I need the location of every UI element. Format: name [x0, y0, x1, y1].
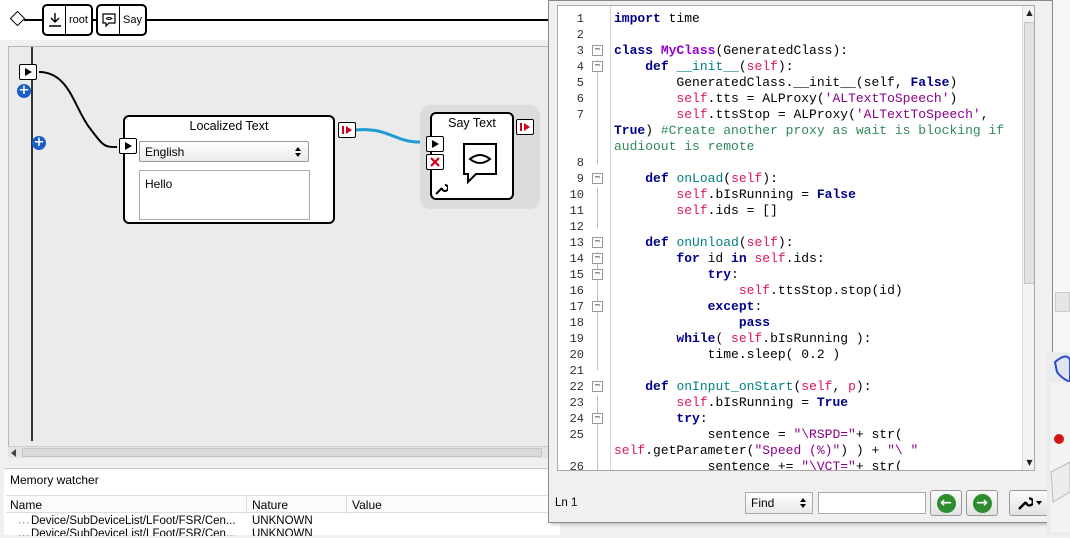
- localized-text-box[interactable]: Localized Text English Hello: [123, 115, 335, 224]
- line-number: 22: [569, 380, 584, 394]
- cursor-position: Ln 1: [555, 497, 578, 509]
- line-number: 9: [576, 172, 584, 186]
- scrollbar-thumb[interactable]: [22, 448, 542, 457]
- line-number: 24: [569, 412, 584, 426]
- wrench-icon[interactable]: [434, 182, 449, 199]
- updown-arrow-icon: [800, 498, 806, 508]
- line-number: 19: [569, 332, 584, 346]
- line-number: 7: [576, 108, 584, 122]
- say-input-port[interactable]: [426, 136, 444, 152]
- editor-tools-button[interactable]: [1009, 490, 1049, 516]
- fold-toggle-icon[interactable]: −: [592, 381, 603, 392]
- line-number: 18: [569, 316, 584, 330]
- script-editor-window[interactable]: 1 2 3 4 5 6 7 8 9 10 11 12 13 14 15 16 1…: [548, 0, 1053, 523]
- find-next-button[interactable]: →: [966, 490, 998, 516]
- column-header-nature[interactable]: Nature: [252, 498, 288, 512]
- say-output-port[interactable]: [516, 119, 534, 135]
- fold-toggle-icon[interactable]: −: [592, 301, 603, 312]
- wrench-icon: [1017, 497, 1033, 510]
- line-number: 20: [569, 348, 584, 362]
- line-number: 11: [569, 204, 584, 218]
- table-header: Name Nature Value: [6, 495, 560, 514]
- line-number: 2: [576, 28, 584, 42]
- line-number: 8: [576, 156, 584, 170]
- localized-input-port[interactable]: [119, 138, 137, 154]
- breadcrumb-item-root[interactable]: root: [42, 4, 93, 36]
- fold-toggle-icon[interactable]: −: [592, 413, 603, 424]
- canvas-horizontal-scrollbar[interactable]: [8, 446, 553, 458]
- column-header-value[interactable]: Value: [352, 498, 382, 512]
- panel-title: Memory watcher: [10, 473, 99, 487]
- column-header-name[interactable]: Name: [10, 498, 42, 512]
- find-mode-value: Find: [751, 496, 775, 510]
- code-editor[interactable]: 1 2 3 4 5 6 7 8 9 10 11 12 13 14 15 16 1…: [557, 5, 1035, 471]
- scroll-down-arrow-icon[interactable]: ▼: [1024, 458, 1034, 470]
- box-title: Say Text: [448, 116, 496, 130]
- fold-toggle-icon[interactable]: −: [592, 173, 603, 184]
- panel-button[interactable]: [1055, 292, 1070, 312]
- breadcrumb-label: root: [69, 14, 88, 26]
- find-previous-button[interactable]: ←: [930, 490, 962, 516]
- editor-vertical-scrollbar[interactable]: ▲ ▼: [1022, 6, 1034, 470]
- line-number: 21: [569, 364, 584, 378]
- arrow-right-icon: →: [972, 493, 992, 513]
- line-number: 23: [569, 396, 584, 410]
- root-diamond-icon[interactable]: [9, 10, 26, 27]
- speech-bubble-icon: [462, 142, 498, 186]
- add-input-button[interactable]: +: [32, 136, 46, 150]
- table-row[interactable]: ⋯ Device/SubDeviceList/LFoot/FSR/Cen... …: [6, 515, 560, 529]
- scroll-up-arrow-icon[interactable]: ▲: [1024, 8, 1034, 20]
- localized-output-port[interactable]: [338, 122, 356, 138]
- updown-arrow-icon: [295, 147, 301, 157]
- scrollbar-thumb[interactable]: [1024, 22, 1034, 284]
- breadcrumb: root Say: [0, 0, 560, 40]
- box-title: Localized Text: [189, 119, 269, 133]
- line-number: 12: [569, 220, 584, 234]
- scroll-left-arrow-icon[interactable]: [10, 449, 18, 457]
- onstart-input-port[interactable]: [19, 64, 37, 80]
- cell-name: Device/SubDeviceList/LFoot/FSR/Cen...: [31, 515, 236, 527]
- fold-toggle-icon[interactable]: −: [592, 61, 603, 72]
- fold-toggle-icon[interactable]: −: [592, 237, 603, 248]
- speech-bubble-icon: [98, 6, 120, 34]
- line-number: 6: [576, 92, 584, 106]
- language-select[interactable]: English: [139, 141, 309, 162]
- line-number: 1: [576, 12, 584, 26]
- line-number: 26: [569, 460, 584, 471]
- line-number: 17: [569, 300, 584, 314]
- line-number: 15: [569, 268, 584, 282]
- add-input-button[interactable]: +: [17, 84, 31, 98]
- download-icon: [44, 6, 66, 34]
- line-number: 25: [569, 428, 584, 442]
- breadcrumb-label: Say: [123, 14, 142, 26]
- find-input[interactable]: [818, 492, 926, 514]
- line-number: 3: [576, 44, 584, 58]
- fold-toggle-icon[interactable]: −: [592, 269, 603, 280]
- text-field[interactable]: Hello: [139, 170, 310, 220]
- breadcrumb-item-say[interactable]: Say: [96, 4, 147, 36]
- say-stop-port[interactable]: [426, 154, 444, 170]
- line-number: 10: [569, 188, 584, 202]
- line-number: 13: [569, 236, 584, 250]
- line-number: 5: [576, 76, 584, 90]
- robot-3d-view[interactable]: [1047, 352, 1070, 535]
- flow-diagram-canvas[interactable]: + + Localized Text English Hello Say Tex…: [8, 46, 553, 458]
- language-value: English: [145, 145, 185, 159]
- memory-watcher-panel: Memory watcher Name Nature Value ⋯ Devic…: [4, 468, 560, 536]
- cell-nature: UNKNOWN: [252, 515, 313, 527]
- robot-figure-icon: [1050, 355, 1070, 532]
- line-number: 16: [569, 284, 584, 298]
- chevron-down-icon: [1035, 501, 1042, 505]
- fold-toggle-icon[interactable]: −: [592, 45, 603, 56]
- line-number: 14: [569, 252, 584, 266]
- find-mode-select[interactable]: Find: [745, 492, 813, 514]
- arrow-left-icon: ←: [936, 493, 956, 513]
- line-number: 4: [576, 60, 584, 74]
- fold-toggle-icon[interactable]: −: [592, 253, 603, 264]
